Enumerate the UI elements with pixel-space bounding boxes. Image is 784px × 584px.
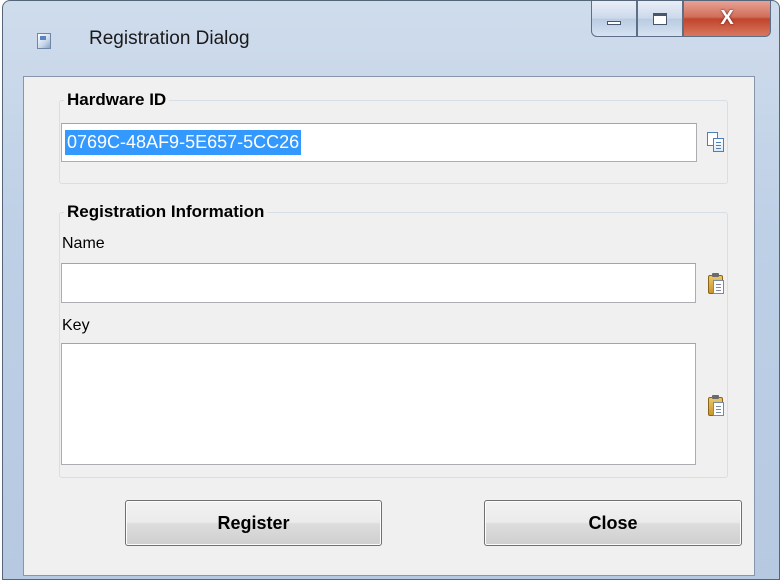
caption-buttons: X: [591, 1, 771, 39]
copy-hardware-id-button[interactable]: [707, 132, 725, 154]
dialog-client-area: Hardware ID 0769C-48AF9-5E657-5CC26 Regi…: [23, 76, 755, 576]
hardware-id-field[interactable]: 0769C-48AF9-5E657-5CC26: [61, 123, 697, 162]
name-label: Name: [62, 235, 105, 252]
paste-icon-clip: [712, 273, 719, 277]
hardware-id-group-title: Hardware ID: [64, 90, 170, 110]
close-button[interactable]: Close: [484, 500, 742, 546]
register-button[interactable]: Register: [125, 500, 382, 546]
paste-icon-paper: [713, 280, 724, 294]
minimize-button[interactable]: [591, 1, 637, 37]
copy-icon-page: [713, 138, 724, 152]
close-icon: X: [720, 7, 734, 29]
title-bar[interactable]: Registration Dialog X: [3, 1, 779, 77]
close-button-label: Close: [588, 512, 638, 533]
name-field[interactable]: [61, 263, 696, 303]
paste-name-button[interactable]: [708, 273, 726, 295]
app-icon[interactable]: [37, 33, 51, 49]
key-label: Key: [62, 317, 90, 334]
minimize-icon: [607, 20, 621, 25]
hardware-id-value: 0769C-48AF9-5E657-5CC26: [65, 130, 302, 155]
registration-information-group-title: Registration Information: [64, 202, 268, 222]
paste-key-button[interactable]: [708, 395, 726, 417]
window-title: Registration Dialog: [89, 28, 250, 49]
key-field[interactable]: [61, 343, 696, 465]
maximize-button[interactable]: [637, 1, 683, 37]
maximize-icon: [653, 12, 667, 25]
register-button-label: Register: [217, 512, 290, 533]
close-window-button[interactable]: X: [683, 1, 771, 37]
paste-icon-clip: [712, 395, 719, 399]
paste-icon-paper: [713, 402, 724, 416]
